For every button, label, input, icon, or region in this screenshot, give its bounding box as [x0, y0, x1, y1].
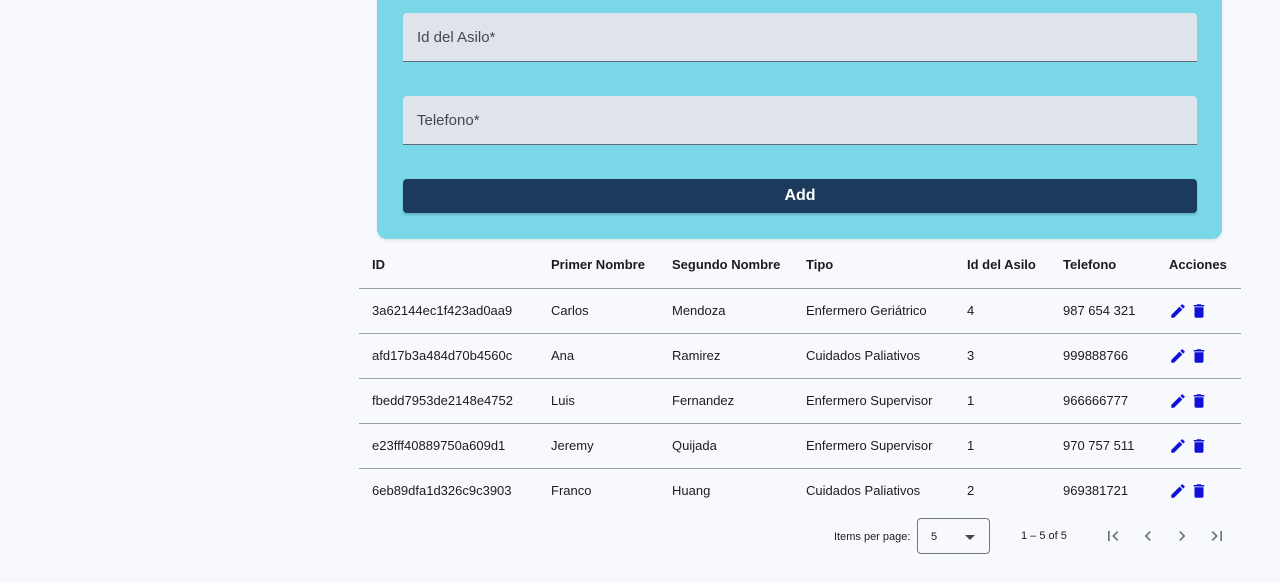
previous-page-icon[interactable] [1138, 526, 1158, 546]
header-primer-nombre[interactable]: Primer Nombre [538, 241, 659, 289]
table-row: afd17b3a484d70b4560c Ana Ramirez Cuidado… [359, 333, 1241, 379]
paginator: Items per page: 5 1 – 5 of 5 [0, 518, 1280, 554]
cell-tipo: Cuidados Paliativos [793, 333, 954, 379]
table-header-row: ID Primer Nombre Segundo Nombre Tipo Id … [359, 241, 1241, 289]
edit-icon[interactable] [1169, 482, 1187, 500]
cell-segundo-nombre: Fernandez [659, 378, 793, 424]
delete-icon[interactable] [1190, 392, 1208, 410]
range-label: 1 – 5 of 5 [1021, 530, 1067, 542]
cell-tipo: Enfermero Supervisor [793, 378, 954, 424]
cell-id-asilo: 2 [967, 483, 975, 499]
cell-primer-nombre: Jeremy [538, 423, 659, 469]
table-row: 6eb89dfa1d326c9c3903 Franco Huang Cuidad… [359, 468, 1241, 513]
cell-id: e23fff40889750a609d1 [359, 423, 538, 469]
next-page-icon[interactable] [1172, 526, 1192, 546]
cell-id: 3a62144ec1f423ad0aa9 [359, 288, 538, 334]
header-id[interactable]: ID [359, 241, 538, 289]
header-segundo-nombre[interactable]: Segundo Nombre [659, 241, 793, 289]
header-acciones: Acciones [1156, 241, 1241, 289]
telefono-field[interactable] [403, 96, 1197, 145]
dropdown-arrow-icon [965, 535, 975, 540]
cell-telefono: 999888766 [1050, 333, 1156, 379]
table-row: fbedd7953de2148e4752 Luis Fernandez Enfe… [359, 378, 1241, 424]
header-telefono[interactable]: Telefono [1050, 241, 1156, 289]
cell-tipo: Enfermero Geriátrico [793, 288, 954, 334]
first-page-icon[interactable] [1103, 526, 1123, 546]
cell-id-asilo: 3 [954, 333, 1050, 379]
nurses-table: ID Primer Nombre Segundo Nombre Tipo Id … [359, 241, 1241, 513]
cell-acciones [1156, 378, 1241, 424]
delete-icon[interactable] [1190, 347, 1208, 365]
cell-acciones [1156, 333, 1241, 379]
add-button[interactable]: Add [403, 179, 1197, 213]
cell-id-asilo: 1 [954, 378, 1050, 424]
cell-primer-nombre: Ana [538, 333, 659, 379]
cell-acciones [1156, 423, 1241, 469]
cell-segundo-nombre: Mendoza [659, 288, 793, 334]
delete-icon[interactable] [1190, 302, 1208, 320]
page-size-select[interactable]: 5 [917, 518, 990, 554]
cell-acciones [1156, 468, 1241, 513]
cell-id: fbedd7953de2148e4752 [359, 378, 538, 424]
header-tipo[interactable]: Tipo [793, 241, 954, 289]
asilo-id-input[interactable] [403, 13, 1197, 61]
last-page-icon[interactable] [1207, 526, 1227, 546]
cell-id-asilo: 1 [954, 423, 1050, 469]
items-per-page-label: Items per page: [834, 531, 911, 543]
delete-icon[interactable] [1190, 482, 1208, 500]
cell-telefono: 966666777 [1050, 378, 1156, 424]
edit-icon[interactable] [1169, 392, 1187, 410]
edit-icon[interactable] [1169, 347, 1187, 365]
add-form-card: Add [377, 0, 1222, 239]
table-row: 3a62144ec1f423ad0aa9 Carlos Mendoza Enfe… [359, 288, 1241, 334]
cell-primer-nombre: Luis [538, 378, 659, 424]
cell-acciones [1156, 288, 1241, 334]
cell-primer-nombre: Franco [551, 483, 592, 499]
cell-telefono: 969381721 [1063, 483, 1129, 499]
edit-icon[interactable] [1169, 437, 1187, 455]
table-row: e23fff40889750a609d1 Jeremy Quijada Enfe… [359, 423, 1241, 469]
cell-segundo-nombre: Ramirez [659, 333, 793, 379]
cell-tipo: Enfermero Supervisor [793, 423, 954, 469]
cell-tipo: Cuidados Paliativos [806, 483, 921, 499]
delete-icon[interactable] [1190, 437, 1208, 455]
edit-icon[interactable] [1169, 302, 1187, 320]
cell-primer-nombre: Carlos [538, 288, 659, 334]
asilo-id-field[interactable] [403, 13, 1197, 62]
cell-telefono: 970 757 511 [1050, 423, 1156, 469]
cell-segundo-nombre: Huang [672, 483, 711, 499]
cell-telefono: 987 654 321 [1050, 288, 1156, 334]
page-size-value: 5 [931, 531, 938, 543]
header-id-asilo[interactable]: Id del Asilo [954, 241, 1050, 289]
cell-id-asilo: 4 [954, 288, 1050, 334]
cell-id: 6eb89dfa1d326c9c3903 [372, 483, 512, 499]
cell-id: afd17b3a484d70b4560c [359, 333, 538, 379]
telefono-input[interactable] [403, 96, 1197, 144]
cell-segundo-nombre: Quijada [659, 423, 793, 469]
